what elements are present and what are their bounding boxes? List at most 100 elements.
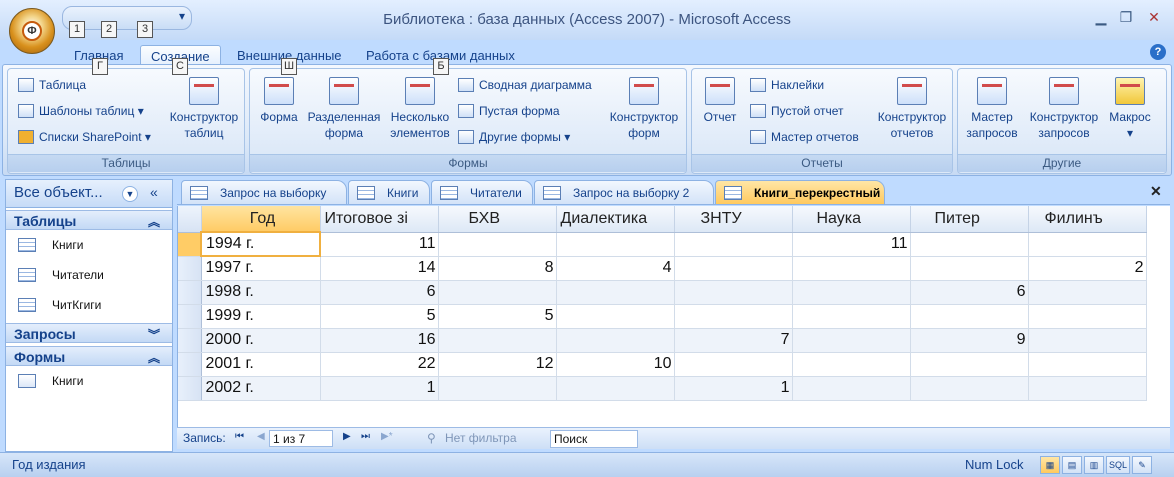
- row-selector[interactable]: [178, 328, 202, 353]
- first-record-icon[interactable]: ⏮: [235, 431, 244, 442]
- value-cell[interactable]: 6: [910, 280, 1029, 305]
- value-cell[interactable]: [1028, 352, 1147, 377]
- minimize-button[interactable]: ▁: [1090, 8, 1112, 26]
- value-cell[interactable]: [438, 280, 557, 305]
- value-cell[interactable]: [792, 328, 911, 353]
- year-cell[interactable]: 2001 г.: [201, 352, 321, 377]
- office-button[interactable]: Ф: [9, 8, 55, 54]
- year-cell[interactable]: 1994 г.: [200, 231, 321, 257]
- blank-form-button[interactable]: Пустая форма: [458, 100, 560, 122]
- value-cell[interactable]: [792, 352, 911, 377]
- sharepoint-lists-button[interactable]: Списки SharePoint ▾: [18, 126, 151, 148]
- value-cell[interactable]: [556, 232, 675, 257]
- column-header-dialektika[interactable]: Диалектика: [556, 206, 675, 233]
- nav-item-chitkgigi-table[interactable]: ЧитКгиги: [18, 295, 101, 315]
- value-cell[interactable]: [556, 304, 675, 329]
- value-cell[interactable]: 8: [438, 256, 557, 281]
- row-selector[interactable]: [178, 352, 202, 377]
- query-designer-button[interactable]: Конструктор запросов: [1024, 77, 1104, 141]
- report-button[interactable]: Отчет: [698, 77, 742, 125]
- value-cell[interactable]: [1028, 376, 1147, 401]
- form-button[interactable]: Форма: [256, 77, 302, 125]
- table-row[interactable]: 1997 г. 14 8 4 2: [178, 256, 1147, 281]
- value-cell[interactable]: 16: [320, 328, 439, 353]
- nav-pane-header[interactable]: Все объект... ▼ «: [6, 180, 172, 208]
- row-selector[interactable]: [178, 304, 202, 329]
- value-cell[interactable]: [1028, 232, 1147, 257]
- value-cell[interactable]: 7: [674, 328, 793, 353]
- doc-tab-query2[interactable]: Запрос на выборку 2: [534, 180, 714, 205]
- table-templates-button[interactable]: Шаблоны таблиц ▾: [18, 100, 144, 122]
- value-cell[interactable]: 5: [438, 304, 557, 329]
- value-cell[interactable]: [910, 376, 1029, 401]
- value-cell[interactable]: [438, 328, 557, 353]
- value-cell[interactable]: 2: [1028, 256, 1147, 281]
- column-header-nauka[interactable]: Наука: [792, 206, 911, 233]
- nav-item-readers-table[interactable]: Читатели: [18, 265, 104, 285]
- value-cell[interactable]: [910, 304, 1029, 329]
- value-cell[interactable]: [910, 352, 1029, 377]
- year-cell[interactable]: 2000 г.: [201, 328, 321, 353]
- multiple-items-button[interactable]: Несколько элементов: [385, 77, 455, 141]
- restore-button[interactable]: ❐: [1115, 8, 1137, 26]
- nav-menu-dropdown-icon[interactable]: ▼: [122, 186, 138, 202]
- search-input[interactable]: Поиск: [550, 430, 638, 448]
- value-cell[interactable]: 1: [320, 376, 439, 401]
- table-row[interactable]: 2000 г. 16 7 9: [178, 328, 1147, 353]
- doc-tab-books[interactable]: Книги: [348, 180, 430, 205]
- value-cell[interactable]: [674, 280, 793, 305]
- row-selector[interactable]: [178, 232, 202, 257]
- help-icon[interactable]: ?: [1150, 44, 1166, 60]
- no-filter-indicator[interactable]: Нет фильтра: [445, 431, 517, 445]
- column-header-piter[interactable]: Питер: [910, 206, 1029, 233]
- nav-collapse-icon[interactable]: «: [150, 184, 158, 200]
- nav-item-books-form[interactable]: Книги: [18, 371, 83, 391]
- table-button[interactable]: Таблица: [18, 74, 86, 96]
- value-cell[interactable]: [792, 304, 911, 329]
- value-cell[interactable]: 14: [320, 256, 439, 281]
- macro-button[interactable]: Макрос ▾: [1104, 77, 1156, 141]
- value-cell[interactable]: [438, 232, 557, 257]
- doc-tab-query1[interactable]: Запрос на выборку: [181, 180, 347, 205]
- report-wizard-button[interactable]: Мастер отчетов: [750, 126, 859, 148]
- report-designer-button[interactable]: Конструктор отчетов: [872, 77, 952, 141]
- doc-tab-books-crosstab[interactable]: Книги_перекрестный: [715, 180, 885, 205]
- column-header-filin[interactable]: Филинъ: [1028, 206, 1147, 233]
- table-designer-button[interactable]: Конструктор таблиц: [164, 77, 244, 141]
- value-cell[interactable]: [792, 256, 911, 281]
- value-cell[interactable]: 11: [792, 232, 911, 257]
- pivot-table-view-icon[interactable]: ▤: [1062, 456, 1082, 474]
- column-header-year[interactable]: Год: [201, 206, 321, 233]
- record-position-input[interactable]: 1 из 7: [269, 430, 333, 447]
- close-document-icon[interactable]: ✕: [1150, 183, 1162, 200]
- value-cell[interactable]: 4: [556, 256, 675, 281]
- nav-section-tables[interactable]: Таблицы ︽: [6, 210, 172, 230]
- value-cell[interactable]: [1028, 280, 1147, 305]
- year-cell[interactable]: 2002 г.: [201, 376, 321, 401]
- next-record-icon[interactable]: ▶: [343, 431, 351, 442]
- value-cell[interactable]: [910, 232, 1029, 257]
- table-row[interactable]: 1998 г. 6 6: [178, 280, 1147, 305]
- table-row[interactable]: 1994 г. 11 11: [178, 231, 1147, 257]
- pivot-chart-button[interactable]: Сводная диаграмма: [458, 74, 592, 96]
- year-cell[interactable]: 1997 г.: [201, 256, 321, 281]
- value-cell[interactable]: 12: [438, 352, 557, 377]
- value-cell[interactable]: [438, 376, 557, 401]
- labels-button[interactable]: Наклейки: [750, 74, 824, 96]
- nav-section-queries[interactable]: Запросы ︾: [6, 323, 172, 343]
- column-header-bhv[interactable]: БХВ: [438, 206, 557, 233]
- value-cell[interactable]: [792, 280, 911, 305]
- split-form-button[interactable]: Разделенная форма: [302, 77, 386, 141]
- row-selector[interactable]: [178, 256, 202, 281]
- value-cell[interactable]: [674, 352, 793, 377]
- value-cell[interactable]: 9: [910, 328, 1029, 353]
- value-cell[interactable]: 5: [320, 304, 439, 329]
- value-cell[interactable]: 11: [320, 232, 439, 257]
- design-view-icon[interactable]: ✎: [1132, 456, 1152, 474]
- value-cell[interactable]: 10: [556, 352, 675, 377]
- other-forms-button[interactable]: Другие формы ▾: [458, 126, 570, 148]
- column-header-total[interactable]: Итоговое зі: [320, 206, 439, 233]
- table-row[interactable]: 2002 г. 1 1: [178, 376, 1147, 401]
- previous-record-icon[interactable]: ◀: [257, 431, 265, 442]
- value-cell[interactable]: [910, 256, 1029, 281]
